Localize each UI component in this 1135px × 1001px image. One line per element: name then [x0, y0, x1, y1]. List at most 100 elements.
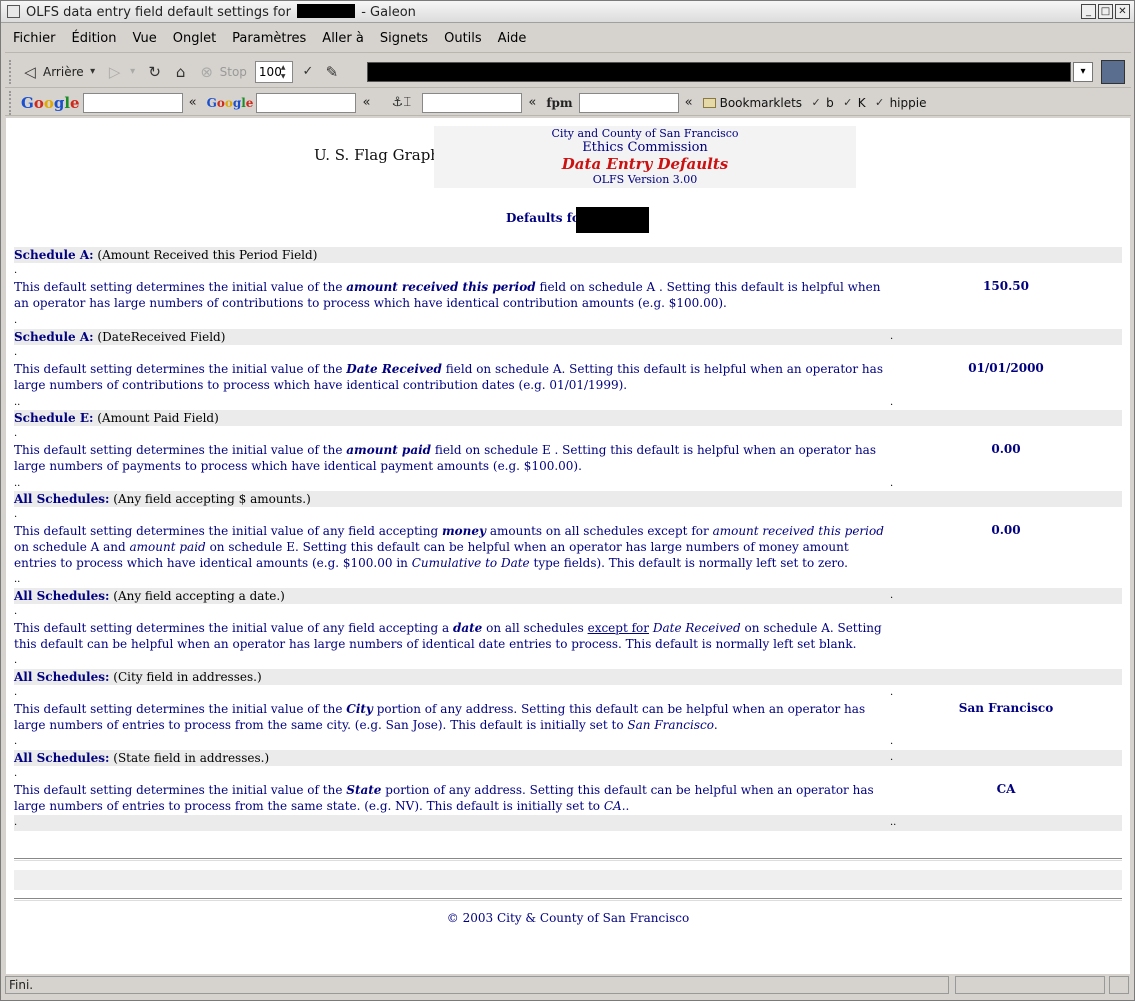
stop-button[interactable]: ⊗ Stop — [198, 63, 247, 81]
bookmark-folder-bookmarklets[interactable]: Bookmarklets — [702, 95, 803, 110]
desc-italic: amount received this period — [712, 524, 884, 538]
title-bar[interactable]: OLFS data entry field default settings f… — [1, 1, 1134, 23]
groups-search-go[interactable]: « — [362, 95, 370, 110]
desc-italic: San Francisco — [627, 718, 714, 732]
zoom-stepper[interactable]: 100 ▲ ▼ — [254, 60, 293, 83]
back-label: Arrière — [43, 64, 84, 79]
zoom-value: 100 — [258, 64, 282, 79]
section-header: All Schedules: (Any field accepting a da… — [14, 588, 1122, 604]
desc-emphasis: City — [346, 702, 373, 716]
cleaning-brush-icon[interactable]: ✎ — [323, 63, 341, 81]
menu-fichier[interactable]: Fichier — [5, 31, 64, 46]
url-input[interactable] — [367, 62, 1071, 82]
default-value: 01/01/2000 — [968, 361, 1044, 375]
spacer-dot: . — [14, 768, 18, 779]
menu-signets[interactable]: Signets — [372, 31, 436, 46]
section-head-rest: (City field in addresses.) — [113, 670, 262, 684]
copyright: © 2003 City & County of San Francisco — [446, 911, 690, 925]
section-head-rest: (Any field accepting a date.) — [113, 589, 285, 603]
chevron-down-icon[interactable]: ▾ — [128, 63, 138, 81]
section-description: This default setting determines the init… — [14, 620, 884, 652]
security-lock-icon[interactable] — [1109, 976, 1129, 994]
go-icon[interactable] — [1101, 60, 1125, 84]
bookmarklet-icon: ✓ — [874, 95, 885, 109]
bookmarklet-icon: ✓ — [843, 95, 853, 109]
desc-text: This default setting determines the init… — [14, 621, 450, 635]
bookmark-b[interactable]: ✓ b — [810, 94, 833, 112]
header-title: Data Entry Defaults — [561, 155, 729, 173]
section-head-rest: (Amount Paid Field) — [97, 411, 219, 425]
back-arrow-icon: ◁ — [24, 62, 36, 81]
spin-arrows-icon[interactable]: ▲ ▼ — [281, 63, 291, 81]
section-description: This default setting determines the init… — [14, 782, 884, 814]
close-button[interactable]: ✕ — [1115, 4, 1130, 19]
bookmarklet-icon[interactable]: ✓ — [299, 63, 317, 81]
reload-icon[interactable]: ↻ — [146, 63, 164, 81]
desc-italic: CA. — [603, 799, 626, 813]
bookmarklet-icon: ✓ — [811, 95, 821, 109]
toolbar-handle[interactable] — [9, 59, 15, 84]
section-head-bold: Schedule E: — [14, 411, 94, 425]
menu-aide[interactable]: Aide — [490, 31, 535, 46]
menu-bar: Fichier Édition Vue Onglet Paramètres Al… — [5, 25, 1131, 53]
spacer-dot: . — [890, 478, 894, 489]
desc-text: This default setting determines the init… — [14, 362, 343, 376]
menu-edition[interactable]: Édition — [64, 31, 125, 46]
window-title-prefix: OLFS data entry field default settings f… — [26, 5, 291, 20]
menu-outils[interactable]: Outils — [436, 31, 490, 46]
section-header: Schedule A: (Amount Received this Period… — [14, 247, 1122, 263]
maximize-button[interactable]: □ — [1098, 4, 1113, 19]
section-head-bold: All Schedules: — [14, 670, 110, 684]
window-menu-icon[interactable] — [7, 5, 20, 18]
menu-parametres[interactable]: Paramètres — [224, 31, 314, 46]
default-value: 0.00 — [991, 523, 1021, 537]
home-icon[interactable]: ⌂ — [172, 63, 190, 81]
menu-vue[interactable]: Vue — [124, 31, 164, 46]
google-search-go[interactable]: « — [189, 95, 197, 110]
spacer-dot: . — [890, 590, 894, 601]
section-header: Schedule A: (DateReceived Field) — [14, 329, 1122, 345]
section-head-bold: All Schedules: — [14, 751, 110, 765]
bookmark-hippie[interactable]: ✓ hippie — [874, 94, 927, 112]
window-title-suffix: - Galeon — [361, 5, 416, 20]
section-description: This default setting determines the init… — [14, 279, 884, 311]
us-flag-image-alt: U. S. Flag Graphic — [314, 146, 454, 164]
forward-button[interactable]: ▷ ▾ — [106, 63, 138, 81]
fpm-search-go[interactable]: « — [685, 95, 693, 110]
menu-aller-a[interactable]: Aller à — [314, 31, 372, 46]
dictionary-search-input[interactable] — [422, 92, 523, 113]
header-version: OLFS Version 3.00 — [592, 173, 698, 186]
desc-emphasis: money — [441, 524, 487, 538]
toolbar-handle[interactable] — [9, 90, 15, 115]
chevron-down-icon[interactable]: ▾ — [88, 63, 98, 81]
spacer-dot: . — [890, 736, 894, 747]
divider — [14, 858, 1122, 861]
bookmark-label: Bookmarklets — [719, 95, 803, 110]
groups-search-input[interactable] — [256, 92, 357, 113]
spacer-dot: .. — [14, 397, 21, 408]
status-bar: Fini. — [5, 976, 1131, 996]
minimize-button[interactable]: _ — [1081, 4, 1096, 19]
section-head-rest: (State field in addresses.) — [113, 751, 270, 765]
forward-arrow-icon: ▷ — [108, 62, 121, 81]
desc-italic: amount paid — [129, 540, 206, 554]
dictionary-search-go[interactable]: « — [528, 95, 536, 110]
bookmark-k[interactable]: ✓ K — [842, 94, 865, 112]
spacer-dot: . — [890, 752, 894, 763]
spacer-dot: . — [890, 331, 894, 342]
back-button[interactable]: ◁ Arrière ▾ — [21, 63, 98, 81]
google-search-input[interactable] — [82, 92, 183, 113]
url-dropdown-button[interactable]: ▾ — [1073, 62, 1093, 82]
header-line-2: Ethics Commission — [582, 140, 708, 155]
redacted-block — [576, 207, 649, 233]
spacer-dot: . — [14, 687, 18, 698]
header-line-1: City and County of San Francisco — [551, 127, 739, 140]
desc-text: on all schedules — [486, 621, 584, 635]
stop-label: Stop — [219, 64, 247, 79]
section-description: This default setting determines the init… — [14, 701, 884, 733]
menu-onglet[interactable]: Onglet — [165, 31, 224, 46]
desc-emphasis: State — [346, 783, 382, 797]
section-head-bold: All Schedules: — [14, 589, 110, 603]
fpm-search-input[interactable] — [578, 92, 679, 113]
spacer-dot: . — [14, 347, 18, 358]
